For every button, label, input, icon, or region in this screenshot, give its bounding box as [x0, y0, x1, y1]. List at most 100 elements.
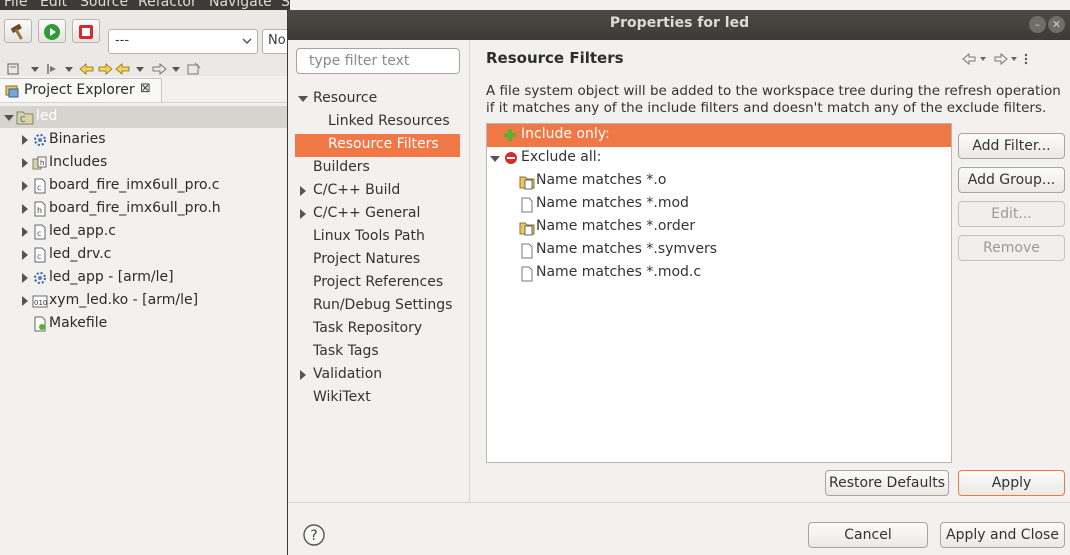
expand-arrow-icon[interactable] [20, 296, 30, 306]
nav-item-project-references[interactable]: Project References [295, 272, 467, 295]
pin-icon[interactable] [44, 62, 60, 76]
filter-input[interactable] [307, 52, 457, 70]
page-title: Resource Filters [486, 49, 624, 67]
collapse-arrow-icon[interactable] [298, 94, 308, 104]
apply-button[interactable]: Apply [958, 470, 1065, 496]
exclude-filter-label: Name matches *.mod [536, 195, 689, 211]
explorer-item-xym-led-ko-arm-le[interactable]: 010 xym_led.ko - [arm/le] [0, 290, 290, 312]
menu-search[interactable]: Search [281, 0, 290, 10]
chevron-down-icon[interactable] [134, 62, 146, 76]
exclude-filter-row[interactable]: Name matches *.mod.c [487, 262, 951, 285]
expand-arrow-icon[interactable] [20, 181, 30, 191]
hammer-icon [10, 23, 23, 40]
expand-arrow-icon[interactable] [20, 273, 30, 283]
nav-item-c-c-build[interactable]: C/C++ Build [295, 180, 467, 203]
nav-item-label: Run/Debug Settings [313, 297, 453, 313]
main-toolbar: --- No [0, 10, 302, 76]
launch-button[interactable] [38, 19, 66, 43]
nav-item-label: Resource [313, 90, 378, 106]
close-icon[interactable]: ⊠ [140, 81, 151, 96]
filter-field[interactable] [296, 48, 460, 74]
cancel-button[interactable]: Cancel [808, 522, 928, 548]
explorer-item-includes[interactable]: h Includes [0, 152, 290, 174]
nav-item-task-repository[interactable]: Task Repository [295, 318, 467, 341]
includes-icon: h [32, 156, 47, 170]
explorer-item-board-fire-imx6ull-pro-h[interactable]: h board_fire_imx6ull_pro.h [0, 198, 290, 220]
chevron-down-icon[interactable] [62, 62, 76, 76]
annotation-navigation-icon[interactable] [78, 62, 114, 76]
nav-item-wikitext[interactable]: WikiText [295, 387, 467, 410]
nav-item-resource[interactable]: Resource [295, 88, 467, 111]
expand-arrow-icon[interactable] [298, 209, 308, 219]
expand-arrow-icon[interactable] [20, 204, 30, 214]
nav-item-validation[interactable]: Validation [295, 364, 467, 387]
build-button[interactable] [4, 19, 32, 43]
remove-button[interactable]: Remove [958, 235, 1065, 261]
nav-item-c-c-general[interactable]: C/C++ General [295, 203, 467, 226]
nav-item-task-tags[interactable]: Task Tags [295, 341, 467, 364]
add-group-button[interactable]: Add Group... [958, 167, 1065, 193]
nav-item-linux-tools-path[interactable]: Linux Tools Path [295, 226, 467, 249]
expand-arrow-icon[interactable] [298, 370, 308, 380]
nav-item-run-debug-settings[interactable]: Run/Debug Settings [295, 295, 467, 318]
edit-button[interactable]: Edit... [958, 201, 1065, 227]
exclude-filter-row[interactable]: Name matches *.o [487, 170, 951, 193]
open-perspective-icon[interactable] [186, 62, 202, 76]
dialog-separator [288, 502, 1070, 503]
terminate-button[interactable] [72, 19, 100, 43]
add-filter-button[interactable]: Add Filter... [958, 133, 1065, 159]
launch-configuration-combo[interactable]: --- [108, 29, 258, 54]
nav-item-resource-filters[interactable]: Resource Filters [295, 134, 460, 157]
forward-arrow-icon[interactable] [150, 62, 168, 76]
expand-arrow-icon[interactable] [20, 135, 30, 145]
include-only-row[interactable]: Include only: [487, 124, 951, 147]
back-arrow-icon[interactable] [114, 62, 132, 76]
nav-item-project-natures[interactable]: Project Natures [295, 249, 467, 272]
nav-item-builders[interactable]: Builders [295, 157, 467, 180]
explorer-item-label: Binaries [49, 131, 106, 147]
menu-navigate[interactable]: Navigate [209, 0, 272, 10]
close-button[interactable]: ✕ [1048, 16, 1065, 33]
dialog-title: Properties for led [609, 15, 750, 31]
project-explorer-tab[interactable]: Project Explorer ⊠ [0, 78, 162, 102]
explorer-item-label: led_app - [arm/le] [49, 269, 174, 285]
explorer-item-led-app-c[interactable]: c led_app.c [0, 221, 290, 243]
expand-arrow-icon[interactable] [20, 158, 30, 168]
apply-and-close-button[interactable]: Apply and Close [940, 522, 1065, 548]
menu-file[interactable]: File [4, 0, 27, 10]
expand-arrow-icon[interactable] [20, 227, 30, 237]
exclude-all-row[interactable]: Exclude all: [487, 147, 951, 170]
add-icon [504, 129, 516, 141]
restore-defaults-button[interactable]: Restore Defaults [825, 470, 949, 496]
expand-arrow-icon[interactable] [298, 186, 308, 196]
explorer-item-binaries[interactable]: Binaries [0, 129, 290, 151]
expand-arrow-icon[interactable] [4, 113, 14, 123]
build-all-icon[interactable] [6, 62, 22, 76]
file-icon [521, 243, 533, 259]
exclude-filter-row[interactable]: Name matches *.mod [487, 193, 951, 216]
help-icon[interactable]: ? [303, 524, 325, 546]
explorer-item-led-drv-c[interactable]: c led_drv.c [0, 244, 290, 266]
resource-filter-tree[interactable]: Include only: Exclude all: Name matches … [486, 123, 952, 463]
expand-arrow-icon[interactable] [20, 250, 30, 260]
nav-item-label: C/C++ General [313, 205, 421, 221]
explorer-item-label: board_fire_imx6ull_pro.h [49, 200, 221, 216]
project-row-led[interactable]: C led [0, 106, 290, 128]
exclude-filter-row[interactable]: Name matches *.symvers [487, 239, 951, 262]
history-arrows-icon[interactable] [961, 52, 1051, 66]
explorer-item-makefile[interactable]: Makefile [0, 313, 290, 335]
menu-edit[interactable]: Edit [40, 0, 67, 10]
nav-item-label: WikiText [313, 389, 371, 405]
chevron-down-icon[interactable] [170, 62, 182, 76]
chevron-down-icon[interactable] [28, 62, 42, 76]
executable-icon [34, 272, 46, 284]
expand-arrow-icon[interactable] [490, 154, 500, 164]
menu-refactor[interactable]: Refactor [138, 0, 197, 10]
menu-source[interactable]: Source [80, 0, 128, 10]
run-icon [44, 24, 60, 40]
explorer-item-board-fire-imx6ull-pro-c[interactable]: c board_fire_imx6ull_pro.c [0, 175, 290, 197]
nav-item-linked-resources[interactable]: Linked Resources [295, 111, 467, 134]
exclude-filter-row[interactable]: Name matches *.order [487, 216, 951, 239]
explorer-item-led-app-arm-le[interactable]: led_app - [arm/le] [0, 267, 290, 289]
minimize-button[interactable]: – [1029, 16, 1046, 33]
